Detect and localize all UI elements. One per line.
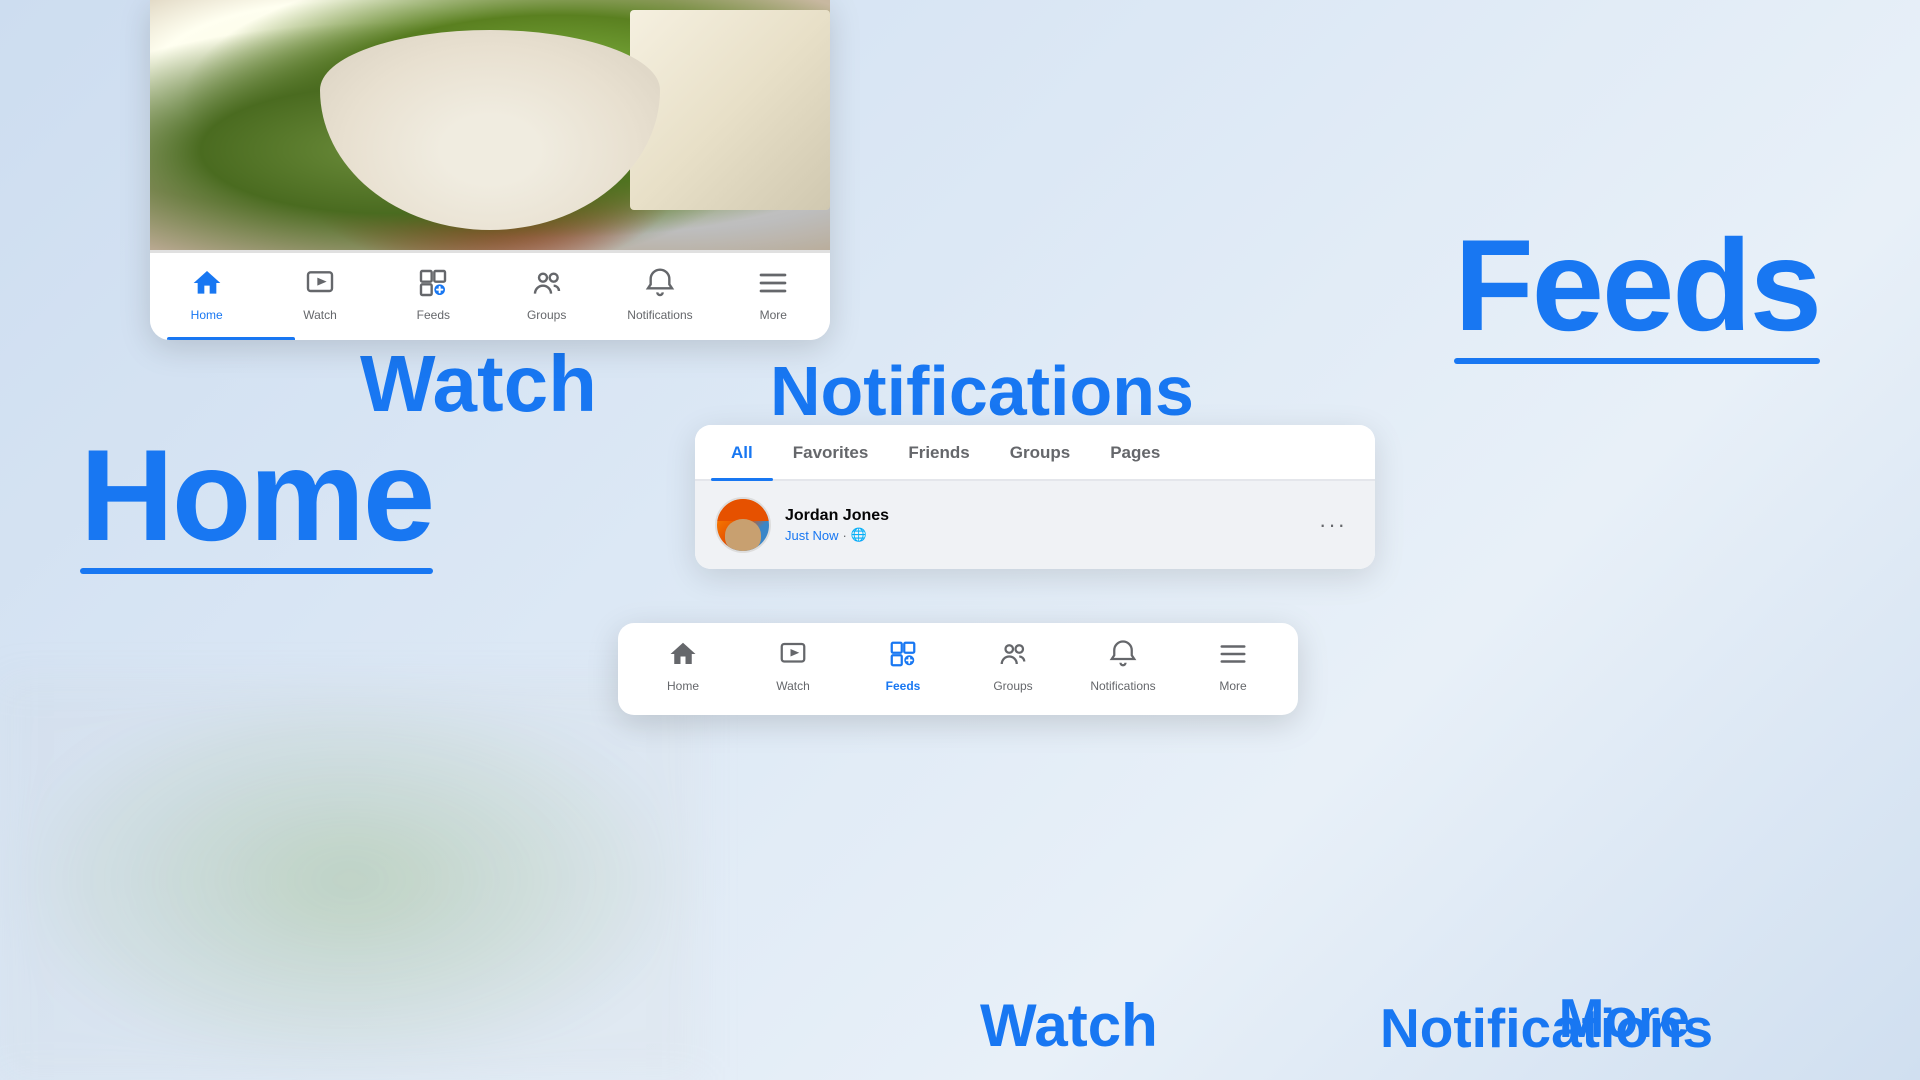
bottom-nav-home[interactable]: Home (628, 633, 738, 699)
avatar (715, 497, 771, 553)
tab-friends[interactable]: Friends (888, 425, 989, 479)
bottom-nav-groups-label: Groups (993, 679, 1032, 693)
bottom-nav-notifications[interactable]: Notifications (1068, 633, 1178, 699)
bottom-watch-icon (778, 639, 808, 675)
notifications-icon (644, 267, 676, 304)
background-blur (0, 680, 700, 1080)
more-bottom-annotation: More (1559, 986, 1690, 1050)
bottom-groups-icon (998, 639, 1028, 675)
top-nav-watch-label: Watch (303, 308, 337, 322)
top-phone-card: Home Watch Feed (150, 0, 830, 340)
post-meta: Just Now · 🌐 (785, 527, 1311, 543)
bottom-nav-groups[interactable]: Groups (958, 633, 1068, 699)
bottom-nav-bar: Home Watch Feed (618, 633, 1298, 699)
groups-icon (531, 267, 563, 304)
top-nav-feeds[interactable]: Feeds (377, 263, 490, 326)
post-info: Jordan Jones Just Now · 🌐 (785, 507, 1311, 543)
more-icon (757, 267, 789, 304)
bottom-nav-watch-label: Watch (776, 679, 810, 693)
home-icon (191, 267, 223, 304)
post-time: Just Now (785, 528, 838, 543)
tab-favorites[interactable]: Favorites (773, 425, 889, 479)
bottom-more-icon (1218, 639, 1248, 675)
notifications-annotation-label: Notifications (770, 351, 1194, 431)
feeds-tab-bar: All Favorites Friends Groups Pages (695, 425, 1375, 481)
bottom-nav-notifications-label: Notifications (1090, 679, 1155, 693)
home-big-label: Home (80, 430, 433, 574)
bottom-notifications-icon (1108, 639, 1138, 675)
tab-pages[interactable]: Pages (1090, 425, 1180, 479)
bottom-nav-more-label: More (1219, 679, 1246, 693)
feeds-big-label: Feeds (1454, 220, 1820, 364)
watch-icon (304, 267, 336, 304)
top-nav-groups-label: Groups (527, 308, 566, 322)
dot-separator: · (842, 528, 846, 543)
feeds-icon (417, 267, 449, 304)
post-item: Jordan Jones Just Now · 🌐 ··· (695, 481, 1375, 569)
watch-bottom-annotation: Watch (980, 991, 1158, 1060)
feeds-card: All Favorites Friends Groups Pages Jorda… (695, 425, 1375, 569)
top-nav-home-label: Home (191, 308, 223, 322)
top-nav-notifications[interactable]: Notifications (603, 263, 716, 326)
bottom-nav-feeds[interactable]: Feeds (848, 633, 958, 699)
bottom-feeds-icon (888, 639, 918, 675)
tab-groups[interactable]: Groups (990, 425, 1090, 479)
bottom-nav-home-label: Home (667, 679, 699, 693)
globe-icon: 🌐 (851, 527, 867, 543)
post-author: Jordan Jones (785, 507, 1311, 525)
top-nav-watch[interactable]: Watch (263, 263, 376, 326)
bottom-nav-feeds-label: Feeds (886, 679, 921, 693)
top-nav-more-label: More (760, 308, 787, 322)
top-nav-feeds-label: Feeds (417, 308, 450, 322)
top-nav-home[interactable]: Home (150, 263, 263, 326)
post-more-button[interactable]: ··· (1311, 508, 1355, 542)
bottom-nav-card: Home Watch Feed (618, 623, 1298, 715)
top-nav-bar: Home Watch Feed (150, 250, 830, 340)
top-nav-notifications-label: Notifications (627, 308, 692, 322)
food-image (150, 0, 830, 250)
bottom-home-icon (668, 639, 698, 675)
watch-annotation-label: Watch (360, 338, 597, 430)
bottom-nav-more[interactable]: More (1178, 633, 1288, 699)
bottom-nav-watch[interactable]: Watch (738, 633, 848, 699)
tab-all[interactable]: All (711, 425, 773, 479)
top-nav-groups[interactable]: Groups (490, 263, 603, 326)
top-nav-more[interactable]: More (717, 263, 830, 326)
